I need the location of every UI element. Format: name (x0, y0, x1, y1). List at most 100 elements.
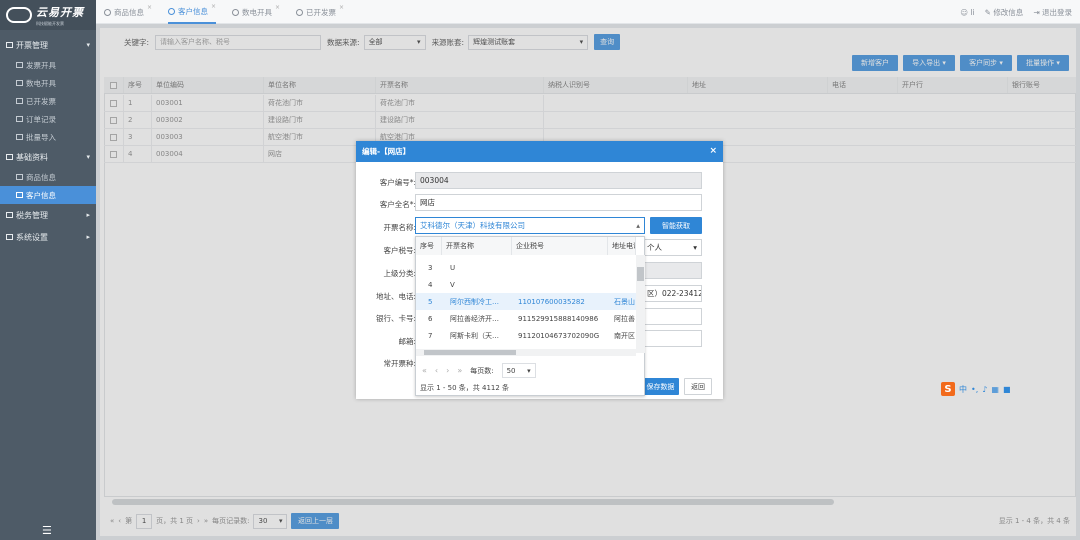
tax-no-label: 客户税号: (383, 246, 416, 255)
header-actions: ☺ li ✎ 修改信息 ⇥ 退出登录 (960, 0, 1072, 24)
sidebar-item-batch-import[interactable]: 批量导入 (0, 128, 96, 146)
close-icon[interactable]: × (211, 3, 216, 10)
ime-lang[interactable]: 中 (959, 384, 967, 395)
sidebar-item-order-records[interactable]: 订单记录 (0, 110, 96, 128)
invoice-icon (6, 42, 13, 48)
save-button[interactable]: 保存数据 (642, 378, 679, 395)
dd-cell-addr: 阿拉善 (614, 314, 635, 323)
logout-link[interactable]: ⇥ 退出登录 (1033, 7, 1072, 18)
keyboard-icon[interactable]: ▦ (991, 385, 999, 394)
sidebar-item-customers[interactable]: 客户信息 (0, 186, 96, 204)
dialog-back-button[interactable]: 返回 (684, 378, 712, 395)
import-icon (16, 134, 23, 140)
bank-field[interactable] (642, 308, 702, 325)
dialog-header: 编辑-【网店】 × (356, 141, 723, 162)
close-icon[interactable]: × (275, 4, 280, 11)
chevron-up-icon: ▴ (636, 221, 640, 230)
dd-cell-name: U (450, 263, 456, 272)
tab-bar: 商品信息 × 客户信息 × 数电开具 × 已开发票 × ☺ li ✎ 修改信息 ⇥ 退出… (96, 0, 1080, 24)
close-icon[interactable]: × (147, 4, 152, 11)
user-menu[interactable]: ☺ li (960, 8, 974, 17)
sidebar-item-products[interactable]: 商品信息 (0, 168, 96, 186)
dd-row[interactable]: 7 阿斯卡利（天… 91120104673702090G 南开区 (416, 327, 636, 344)
dd-cell-no: 3 (428, 263, 433, 272)
tab-issued-invoices[interactable]: 已开发票 × (296, 0, 344, 24)
dd-hscroll-thumb[interactable] (424, 350, 516, 355)
sidebar-item-label: 商品信息 (26, 172, 56, 182)
microphone-icon[interactable]: ♪ (982, 385, 987, 394)
sidebar-item-digital-invoice[interactable]: 数电开具 (0, 74, 96, 92)
change-info-link[interactable]: ✎ 修改信息 (985, 7, 1024, 18)
list-icon (16, 62, 23, 68)
menu-group-label: 系统设置 (16, 232, 48, 242)
dd-vscroll[interactable] (636, 255, 645, 353)
next-page-icon[interactable]: › (446, 366, 449, 375)
menu-group-tax[interactable]: 税务管理 ▸ (0, 204, 96, 226)
close-icon[interactable]: × (339, 4, 344, 11)
dd-pager: « ‹ › » 每页数: 50 ▾ (422, 363, 536, 378)
dd-vscroll-thumb[interactable] (637, 267, 644, 281)
menu-group-basic-data[interactable]: 基础资料 ▾ (0, 146, 96, 168)
dd-row[interactable]: 3 U (416, 259, 636, 276)
tax-type-value: 个人 (647, 243, 662, 252)
dd-row[interactable]: 6 阿拉善经济开… 911529915888140986 阿拉善 (416, 310, 636, 327)
last-page-icon[interactable]: » (457, 366, 462, 375)
fullname-field[interactable]: 网店 (415, 194, 702, 211)
tab-icon (168, 7, 175, 15)
hamburger-icon[interactable]: ☰ (42, 524, 52, 537)
list-icon (16, 80, 23, 86)
dd-per-page-select[interactable]: 50 ▾ (501, 363, 536, 378)
settings-icon (6, 234, 13, 240)
dd-cell-name: V (450, 280, 455, 289)
tab-customers[interactable]: 客户信息 × (168, 0, 217, 24)
menu-group-settings[interactable]: 系统设置 ▸ (0, 226, 96, 248)
dd-col-header: 地址电话 (608, 237, 636, 255)
tab-icon (232, 8, 239, 16)
logo-title: 云易开票 (36, 5, 84, 19)
dd-row-selected[interactable]: 5 阿尔西制冷工… 110107600035282 石景山 (416, 293, 636, 310)
invoice-name-label: 开票名称: (383, 223, 416, 232)
dd-cell-no: 7 (428, 331, 433, 340)
dd-cell-addr: 石景山 (614, 297, 635, 306)
skin-icon[interactable]: ■ (1003, 385, 1011, 394)
tab-digital-invoice[interactable]: 数电开具 × (232, 0, 280, 24)
close-icon[interactable]: × (709, 146, 717, 156)
chevron-down-icon: ▾ (86, 41, 90, 49)
dd-per-page-value: 50 (506, 366, 516, 375)
user-icon: ☺ (960, 7, 969, 17)
menu-group-invoice[interactable]: 开票管理 ▾ (0, 34, 96, 56)
logout-label: 退出登录 (1042, 7, 1072, 17)
sidebar-item-issued-invoices[interactable]: 已开发票 (0, 92, 96, 110)
tax-type-select[interactable]: 个人 ▾ (642, 239, 702, 256)
email-field[interactable] (642, 330, 702, 347)
ime-toolbar[interactable]: S 中 •, ♪ ▦ ■ (941, 381, 1027, 397)
tab-label: 商品信息 (114, 7, 144, 17)
tab-label: 已开发票 (306, 7, 336, 17)
code-label: 客户编号*: (379, 178, 416, 187)
tab-label: 客户信息 (178, 6, 208, 16)
sidebar-item-issue-invoice[interactable]: 发票开具 (0, 56, 96, 74)
sidebar-item-label: 订单记录 (26, 114, 56, 124)
chevron-right-icon: ▸ (86, 211, 90, 219)
cloud-logo-icon (6, 7, 32, 23)
sidebar-item-label: 发票开具 (26, 60, 56, 70)
box-icon (16, 174, 23, 180)
invoice-name-value: 艾科德尔（天津）科技有限公司 (420, 221, 525, 230)
smart-fetch-button[interactable]: 智能获取 (650, 217, 702, 234)
tab-products[interactable]: 商品信息 × (104, 0, 152, 24)
edit-icon: ✎ (984, 7, 991, 17)
logo-subtitle: 科技赋能开发票 (36, 20, 64, 26)
invoice-name-combobox[interactable]: 艾科德尔（天津）科技有限公司 ▴ (415, 217, 645, 234)
dd-row[interactable]: 4 V (416, 276, 636, 293)
dd-cell-name: 阿尔西制冷工… (450, 297, 499, 306)
menu-group-label: 基础资料 (16, 152, 48, 162)
address-label: 地址、电话: (375, 292, 416, 301)
prev-page-icon[interactable]: ‹ (435, 366, 438, 375)
parent-label: 上级分类: (383, 269, 416, 278)
dd-hscroll[interactable] (416, 349, 636, 356)
address-field[interactable]: 区）022-23412 (642, 285, 702, 302)
menu-group-label: 开票管理 (16, 40, 48, 50)
tab-icon (296, 8, 303, 16)
first-page-icon[interactable]: « (422, 366, 427, 375)
punctuation-icon[interactable]: •, (971, 385, 978, 394)
